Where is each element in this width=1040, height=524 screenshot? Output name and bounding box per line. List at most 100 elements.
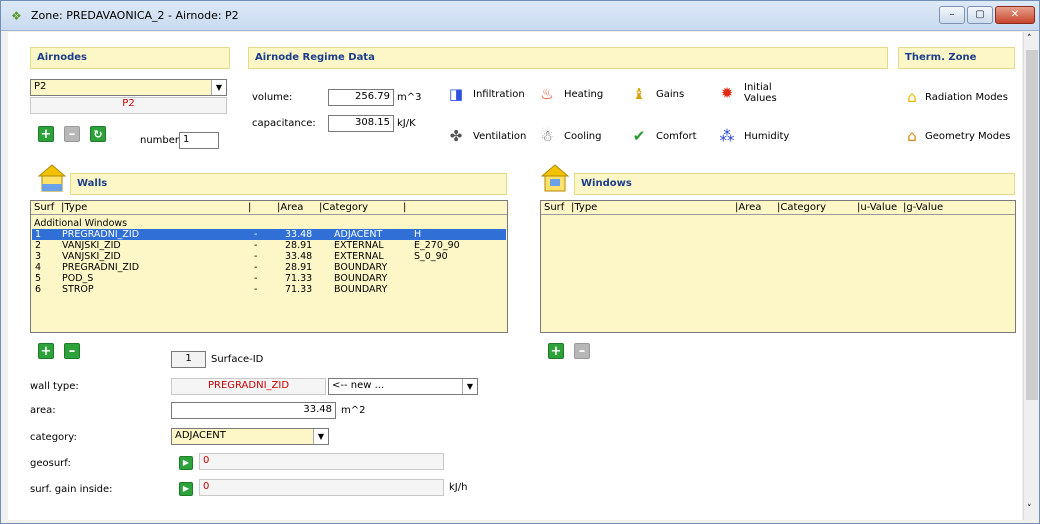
wall-cell-category: BOUNDARY xyxy=(334,273,388,284)
airnode-select[interactable]: P2 ▼ xyxy=(30,79,227,96)
airnode-name-display: P2 xyxy=(30,97,227,114)
area-field[interactable]: 33.48 xyxy=(171,402,336,419)
wall-cell-dash: - xyxy=(254,284,258,295)
regime-header: Airnode Regime Data xyxy=(248,47,888,69)
zone-window: ❖ Zone: PREDAVAONICA_2 - Airnode: P2 – ▢… xyxy=(0,0,1040,524)
capacitance-label: capacitance: xyxy=(252,118,316,129)
add-window-button[interactable]: + xyxy=(548,343,564,359)
number-label: number: xyxy=(140,135,183,146)
table-row[interactable]: 5 POD_S - 71.33 BOUNDARY xyxy=(32,273,506,284)
heating-button[interactable]: ♨ Heating xyxy=(536,84,603,104)
wall-cell-type: STROP xyxy=(62,284,94,295)
wall-cell-area: 28.91 xyxy=(285,262,313,273)
wall-cell-category: EXTERNAL xyxy=(334,240,384,251)
number-field[interactable]: 1 xyxy=(179,132,219,149)
remove-window-button[interactable]: – xyxy=(574,343,590,359)
wall-cell-area: 28.91 xyxy=(285,240,313,251)
table-row[interactable]: 2 VANJSKI_ZID - 28.91 EXTERNAL E_270_90 xyxy=(32,240,506,251)
airnodes-header: Airnodes xyxy=(30,47,230,69)
surface-id-field[interactable]: 1 xyxy=(171,351,206,368)
walls-list-header: Surf |Type | |Area |Category | xyxy=(31,201,507,215)
wall-cell-surf: 5 xyxy=(35,273,42,284)
wall-cell-category: BOUNDARY xyxy=(334,262,388,273)
therm-zone-header: Therm. Zone xyxy=(898,47,1015,69)
vertical-scrollbar[interactable]: ˄ ˅ xyxy=(1023,32,1039,520)
wall-cell-extra: S_0_90 xyxy=(414,251,448,262)
wall-cell-area: 71.33 xyxy=(285,284,313,295)
candle-icon: ♝ xyxy=(632,85,646,103)
windows-list[interactable]: Surf |Type |Area |Category |u-Value |g-V… xyxy=(540,200,1016,333)
title-bar[interactable]: ❖ Zone: PREDAVAONICA_2 - Airnode: P2 – ▢… xyxy=(1,1,1039,31)
table-row[interactable]: 1 PREGRADNI_ZID - 33.48 ADJACENT H xyxy=(32,229,506,240)
table-row[interactable]: 6 STROP - 71.33 BOUNDARY xyxy=(32,284,506,295)
minimize-button[interactable]: – xyxy=(939,6,965,24)
capacitance-field[interactable]: 308.15 xyxy=(328,115,394,132)
remove-wall-button[interactable]: – xyxy=(64,343,80,359)
starburst-icon: ✹ xyxy=(720,84,734,102)
fan-icon: ✤ xyxy=(449,127,463,145)
chevron-down-icon: ▼ xyxy=(313,429,328,444)
close-button[interactable]: ✕ xyxy=(995,6,1035,24)
radiation-modes-button[interactable]: ⌂ Radiation Modes xyxy=(901,87,1008,107)
wall-cell-surf: 3 xyxy=(35,251,42,262)
wall-cell-category: EXTERNAL xyxy=(334,251,384,262)
droplets-icon: ⁂ xyxy=(719,127,735,145)
volume-field[interactable]: 256.79 xyxy=(328,89,394,106)
humidity-button[interactable]: ⁂ Humidity xyxy=(716,126,790,146)
wall-cell-surf: 4 xyxy=(35,262,42,273)
wall-cell-dash: - xyxy=(254,251,258,262)
surf-gain-label: surf. gain inside: xyxy=(30,484,113,495)
wall-type-new-select[interactable]: <-- new ... ▼ xyxy=(328,378,478,395)
surf-gain-play-button[interactable]: ▶ xyxy=(179,482,193,496)
wall-cell-type: PREGRADNI_ZID xyxy=(62,262,140,273)
add-wall-button[interactable]: + xyxy=(38,343,54,359)
windows-header: Windows xyxy=(574,173,1015,195)
wall-cell-area: 33.48 xyxy=(285,251,313,262)
radiation-house-icon: ⌂ xyxy=(907,88,917,106)
remove-airnode-button[interactable]: – xyxy=(64,126,80,142)
scrollbar-thumb[interactable] xyxy=(1026,50,1038,400)
wall-type-label: wall type: xyxy=(30,381,79,392)
app-icon: ❖ xyxy=(11,9,22,23)
geosurf-label: geosurf: xyxy=(30,458,71,469)
initial-values-button[interactable]: ✹ Initial Values xyxy=(716,82,784,104)
geosurf-play-button[interactable]: ▶ xyxy=(179,456,193,470)
wall-cell-category: BOUNDARY xyxy=(334,284,388,295)
infiltration-button[interactable]: ◨ Infiltration xyxy=(445,84,525,104)
chevron-down-icon: ▼ xyxy=(211,80,226,95)
table-row[interactable]: 4 PREGRADNI_ZID - 28.91 BOUNDARY xyxy=(32,262,506,273)
scroll-down-icon[interactable]: ˅ xyxy=(1027,504,1032,514)
surf-gain-field: 0 xyxy=(199,479,444,496)
geosurf-field: 0 xyxy=(199,453,444,470)
table-row[interactable]: 3 VANJSKI_ZID - 33.48 EXTERNAL S_0_90 xyxy=(32,251,506,262)
category-label: category: xyxy=(30,432,77,443)
surface-id-label: Surface-ID xyxy=(211,354,264,365)
scroll-up-icon[interactable]: ˄ xyxy=(1027,34,1032,44)
wall-cell-category: ADJACENT xyxy=(334,229,383,240)
wall-cell-dash: - xyxy=(254,240,258,251)
gains-button[interactable]: ♝ Gains xyxy=(628,84,684,104)
maximize-button[interactable]: ▢ xyxy=(967,6,993,24)
geometry-modes-button[interactable]: ⌂ Geometry Modes xyxy=(901,126,1010,146)
area-unit: m^2 xyxy=(341,405,366,416)
wall-cell-dash: - xyxy=(254,273,258,284)
window-title: Zone: PREDAVAONICA_2 - Airnode: P2 xyxy=(31,9,239,22)
wall-cell-dash: - xyxy=(254,229,258,240)
wall-cell-type: PREGRADNI_ZID xyxy=(62,229,140,240)
volume-label: volume: xyxy=(252,92,293,103)
wall-cell-type: VANJSKI_ZID xyxy=(62,251,121,262)
capacitance-unit: kJ/K xyxy=(397,118,416,129)
area-label: area: xyxy=(30,405,56,416)
comfort-icon: ✔ xyxy=(632,127,646,145)
windows-list-header: Surf |Type |Area |Category |u-Value |g-V… xyxy=(541,201,1015,215)
walls-list[interactable]: Surf |Type | |Area |Category | Additiona… xyxy=(30,200,508,333)
comfort-button[interactable]: ✔ Comfort xyxy=(628,126,697,146)
ventilation-button[interactable]: ✤ Ventilation xyxy=(445,126,527,146)
wall-type-display: PREGRADNI_ZID xyxy=(171,378,326,395)
category-select[interactable]: ADJACENT ▼ xyxy=(171,428,329,445)
cooling-button[interactable]: ☃ Cooling xyxy=(536,126,601,146)
wall-cell-type: POD_S xyxy=(62,273,94,284)
refresh-airnode-button[interactable]: ↻ xyxy=(90,126,106,142)
fire-icon: ♨ xyxy=(540,85,554,103)
add-airnode-button[interactable]: + xyxy=(38,126,54,142)
